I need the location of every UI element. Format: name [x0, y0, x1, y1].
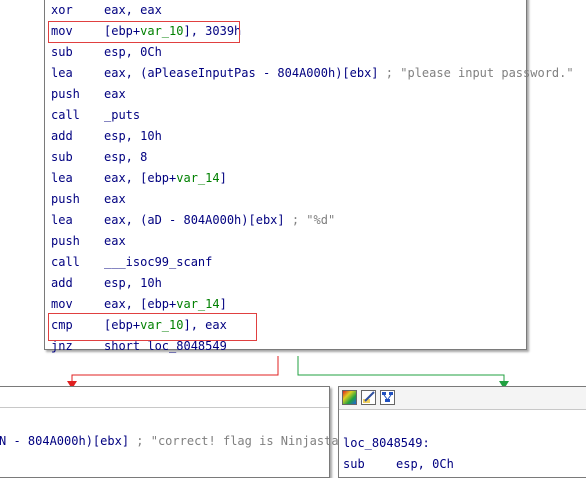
block-header — [0, 387, 329, 408]
mnemonic: sub — [343, 457, 365, 471]
string-comment: ; "correct! flag is Ninjastars" — [136, 434, 361, 448]
color-palette-icon[interactable] — [342, 390, 357, 405]
true-branch-edge — [297, 356, 505, 382]
rename-icon[interactable] — [361, 390, 376, 405]
block-toolbar — [339, 387, 586, 410]
operands[interactable]: N - 804A000h)[ebx] — [0, 434, 136, 448]
graph-view-icon[interactable] — [380, 390, 395, 405]
location-label[interactable]: loc_8048549: — [343, 434, 430, 452]
loc-8048549-basic-block[interactable]: loc_8048549: sub esp, 0Ch — [338, 386, 586, 478]
asm-line[interactable]: sub esp, 0Ch — [343, 455, 454, 473]
operands: esp, 0Ch — [396, 457, 454, 471]
asm-line[interactable]: N - 804A000h)[ebx] ; "correct! flag is N… — [0, 432, 360, 450]
correct-basic-block[interactable]: N - 804A000h)[ebx] ; "correct! flag is N… — [0, 386, 360, 478]
false-branch-edge — [71, 356, 279, 382]
